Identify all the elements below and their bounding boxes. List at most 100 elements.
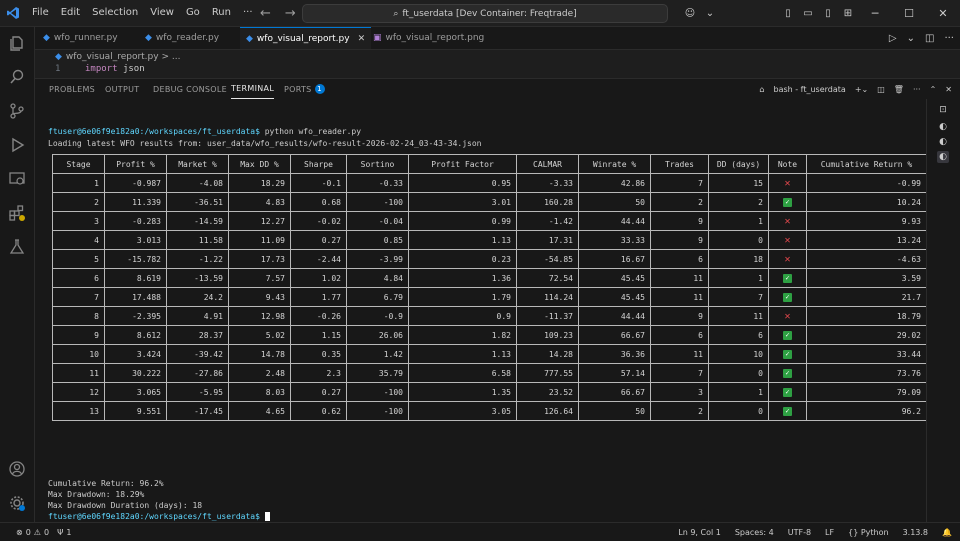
command-center[interactable]: ⌕ ft_userdata [Dev Container: Freqtrade] (302, 4, 668, 23)
toggle-panel-icon[interactable]: ▭ (800, 0, 816, 26)
table-header-cell: Max DD % (228, 154, 291, 174)
tab-wfo-visual-report-png[interactable]: ▣ wfo_visual_report.png (373, 27, 484, 49)
table-row: 7 17.488 24.2 9.43 1.77 6.79 1.79 114.24 45.45 11… (52, 287, 927, 307)
remote-explorer-icon[interactable] (0, 163, 34, 195)
tab-label: wfo_reader.py (155, 33, 220, 43)
table-cell: 17.73 (228, 249, 291, 269)
code-line[interactable]: 1 import json (35, 64, 935, 78)
menu-go[interactable]: Go (180, 0, 206, 26)
cursor-position[interactable]: Ln 9, Col 1 (678, 528, 721, 537)
table-cell: -54.85 (516, 249, 579, 269)
tab-wfo-runner[interactable]: ◆ wfo_runner.py (43, 27, 118, 49)
end-of-line[interactable]: LF (825, 528, 834, 537)
maximize-icon[interactable]: ☐ (892, 0, 926, 26)
explorer-icon[interactable] (0, 27, 34, 59)
terminal-name[interactable]: bash - ft_userdata (773, 85, 845, 94)
table-cell: -3.33 (516, 173, 579, 193)
encoding[interactable]: UTF-8 (788, 528, 811, 537)
terminal-instance-icon[interactable]: ◐ (937, 136, 949, 148)
table-cell: 0.27 (290, 230, 347, 250)
kill-terminal-icon[interactable]: 🗑 (894, 85, 904, 94)
summary-max-drawdown: Max Drawdown: 18.29% (48, 490, 145, 499)
note-cell: ✓ (768, 363, 807, 383)
table-cell: 18 (708, 249, 769, 269)
breadcrumb[interactable]: ◆ wfo_visual_report.py > ... (35, 50, 935, 64)
check-mark-icon: ✓ (783, 407, 792, 416)
back-arrow-icon[interactable]: ← (260, 6, 271, 21)
customize-layout-icon[interactable]: ⊞ (840, 0, 856, 26)
new-terminal-icon[interactable]: +⌄ (855, 85, 868, 94)
table-cell: 2 (52, 192, 105, 212)
terminal-prompt: ftuser@6e06f9e182a0:/workspaces/ft_userd… (48, 512, 260, 521)
table-cell: 10 (52, 344, 105, 364)
table-cell: 30.222 (104, 363, 167, 383)
language-mode[interactable]: {} Python (848, 528, 888, 537)
notifications-bell-icon[interactable]: 🔔 (942, 528, 952, 537)
terminal-instance-icon-active[interactable]: ◐ (937, 151, 949, 163)
table-cell: 57.14 (578, 363, 651, 383)
python-terminal-icon[interactable]: ⊡ (937, 104, 949, 116)
warning-count: 0 (43, 527, 50, 537)
close-tab-icon[interactable]: ✕ (358, 34, 366, 44)
minimize-icon[interactable]: ─ (858, 0, 892, 26)
tab-terminal[interactable]: TERMINAL (231, 79, 275, 99)
menu-view[interactable]: View (144, 0, 180, 26)
table-cell: 7 (650, 363, 709, 383)
tab-debug-console[interactable]: DEBUG CONSOLE (153, 79, 227, 99)
more-actions-icon[interactable]: ··· (944, 33, 954, 44)
copilot-icon[interactable]: ☺ (682, 0, 698, 26)
python-version[interactable]: 3.13.8 (903, 528, 928, 537)
indentation[interactable]: Spaces: 4 (735, 528, 774, 537)
tab-wfo-visual-report-py[interactable]: ◆ wfo_visual_report.py ✕ (240, 27, 372, 49)
table-cell: 11 (52, 363, 105, 383)
menu-more[interactable]: ··· (237, 0, 259, 26)
run-debug-icon[interactable] (0, 129, 34, 161)
toggle-sidebar-icon[interactable]: ▯ (780, 0, 796, 26)
chevron-down-icon[interactable]: ⌄ (907, 33, 915, 44)
table-cell: 1.13 (408, 344, 517, 364)
maximize-panel-icon[interactable]: ⌃ (930, 85, 937, 94)
code-keyword: import (85, 64, 118, 74)
close-panel-icon[interactable]: ✕ (945, 85, 952, 94)
note-cell: ✓ (768, 192, 807, 212)
close-window-icon[interactable]: ✕ (926, 0, 960, 26)
chevron-down-icon[interactable]: ⌄ (702, 0, 718, 26)
menu-selection[interactable]: Selection (86, 0, 144, 26)
manage-gear-icon[interactable] (0, 487, 34, 519)
search-sidebar-icon[interactable] (0, 61, 34, 93)
terminal-instance-icon[interactable]: ◐ (937, 121, 949, 133)
note-cell: ✓ (768, 325, 807, 345)
tab-output[interactable]: OUTPUT (105, 79, 139, 99)
menu-run[interactable]: Run (206, 0, 237, 26)
more-actions-icon[interactable]: ··· (913, 85, 921, 94)
table-cell: 114.24 (516, 287, 579, 307)
source-control-icon[interactable] (0, 95, 34, 127)
testing-icon[interactable] (0, 231, 34, 263)
check-mark-icon: ✓ (783, 198, 792, 207)
extensions-icon[interactable] (0, 197, 34, 229)
table-cell: 79.09 (806, 382, 927, 402)
split-terminal-icon[interactable]: ◫ (877, 85, 885, 94)
status-bar: ⊗ 0 ⚠ 0 Ψ1 Ln 9, Col 1 Spaces: 4 UTF-8 LF … (0, 522, 960, 541)
table-cell: 1.79 (408, 287, 517, 307)
account-icon[interactable] (0, 453, 34, 485)
tab-problems[interactable]: PROBLEMS (49, 79, 95, 99)
note-cell: ✓ (768, 382, 807, 402)
run-file-icon[interactable]: ▷ (889, 33, 897, 44)
forward-arrow-icon[interactable]: → (285, 6, 296, 21)
table-cell: -1.22 (166, 249, 229, 269)
tab-ports[interactable]: PORTS 1 (284, 79, 325, 99)
editor-actions: ▷ ⌄ ◫ ··· (889, 27, 954, 49)
tab-wfo-reader[interactable]: ◆ wfo_reader.py (145, 27, 219, 49)
ports-status[interactable]: Ψ1 (57, 528, 71, 537)
table-cell: -0.283 (104, 211, 167, 231)
problems-status[interactable]: ⊗ 0 ⚠ 0 (16, 528, 49, 537)
split-editor-icon[interactable]: ◫ (925, 33, 934, 44)
remote-indicator[interactable] (0, 523, 8, 541)
menu-file[interactable]: File (26, 0, 55, 26)
note-cell: ✕ (768, 230, 807, 250)
toggle-secondary-sidebar-icon[interactable]: ▯ (820, 0, 836, 26)
menu-edit[interactable]: Edit (55, 0, 86, 26)
table-cell: 11.09 (228, 230, 291, 250)
table-cell: -0.33 (346, 173, 409, 193)
